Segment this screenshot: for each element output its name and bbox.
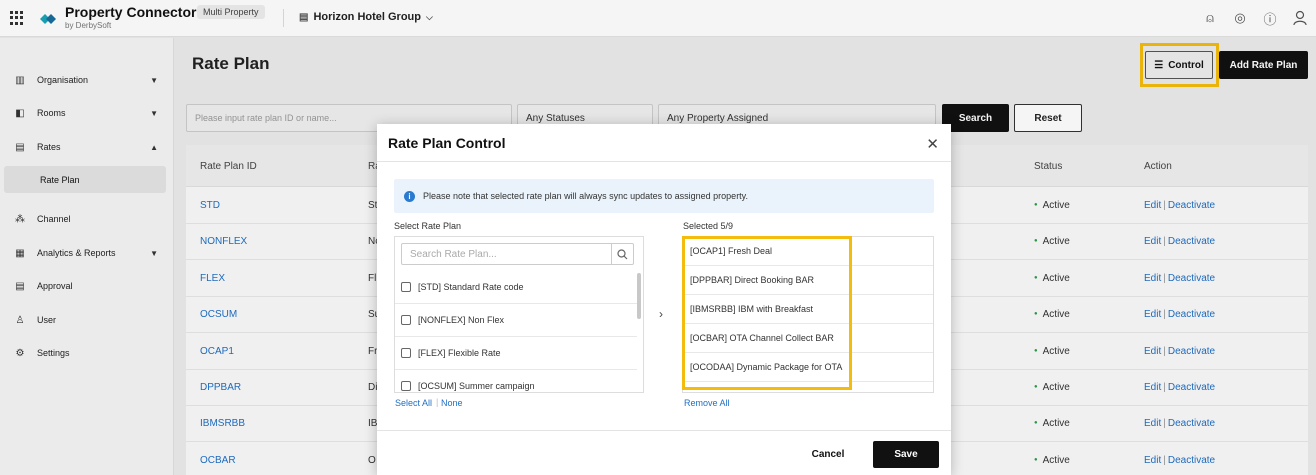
rate-plan-item-label: [STD] Standard Rate code <box>418 282 524 292</box>
checkbox[interactable] <box>401 381 411 391</box>
chevron-right-icon[interactable]: › <box>659 307 663 321</box>
sync-notice: i Please note that selected rate plan wi… <box>394 179 934 213</box>
info-icon: i <box>404 190 415 202</box>
select-none-link[interactable]: None <box>441 398 463 408</box>
modal-footer-divider <box>377 430 951 431</box>
remove-all-link[interactable]: Remove All <box>684 398 730 408</box>
rate-plan-control-modal: Rate Plan Control ✕ i Please note that s… <box>377 124 951 475</box>
checkbox[interactable] <box>401 348 411 358</box>
cancel-button[interactable]: Cancel <box>800 441 856 467</box>
modal-divider <box>377 161 951 162</box>
available-rate-plan-item[interactable]: [NONFLEX] Non Flex <box>395 304 637 337</box>
modal-title: Rate Plan Control <box>388 135 506 151</box>
close-icon[interactable]: ✕ <box>926 135 939 153</box>
save-button[interactable]: Save <box>873 441 939 468</box>
rate-plan-item-label: [FLEX] Flexible Rate <box>418 348 501 358</box>
search-icon[interactable] <box>611 244 633 264</box>
rate-plan-item-label: [NONFLEX] Non Flex <box>418 315 505 325</box>
list-scrollbar[interactable] <box>637 273 641 319</box>
available-rate-plan-item[interactable]: [OCSUM] Summer campaign <box>395 370 637 392</box>
notice-text: Please note that selected rate plan will… <box>423 191 749 201</box>
checkbox[interactable] <box>401 282 411 292</box>
selected-count-label: Selected 5/9 <box>683 221 734 231</box>
link-separator: | <box>436 397 439 407</box>
rate-plan-search-field[interactable]: Search Rate Plan... <box>401 243 634 265</box>
select-rate-plan-label: Select Rate Plan <box>394 221 462 231</box>
available-rate-plans-list: Search Rate Plan... [STD] Standard Rate … <box>394 236 644 393</box>
search-placeholder: Search Rate Plan... <box>410 248 497 260</box>
select-all-link[interactable]: Select All <box>395 398 432 408</box>
rate-plan-item-label: [OCSUM] Summer campaign <box>418 381 535 391</box>
available-rate-plan-item[interactable]: [STD] Standard Rate code <box>395 271 637 304</box>
available-rate-plan-item[interactable]: [FLEX] Flexible Rate <box>395 337 637 370</box>
selected-highlight-box <box>682 236 852 390</box>
checkbox[interactable] <box>401 315 411 325</box>
